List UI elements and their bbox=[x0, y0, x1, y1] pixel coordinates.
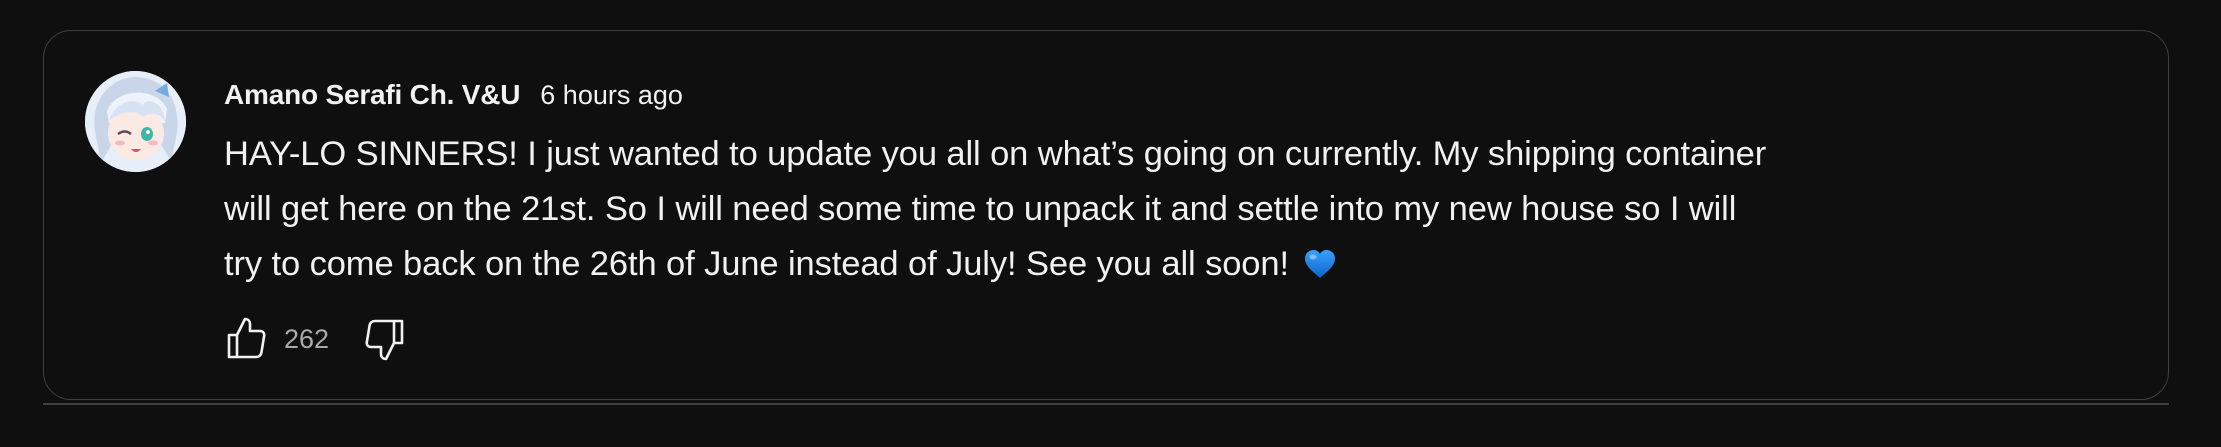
divider bbox=[43, 403, 2169, 405]
like-count: 262 bbox=[284, 323, 330, 354]
post-text-line: try to come back on the 26th of June ins… bbox=[224, 245, 1289, 283]
thumbs-up-icon bbox=[227, 317, 266, 359]
author-name[interactable]: Amano Serafi Ch. V&U bbox=[224, 79, 520, 111]
post-timestamp[interactable]: 6 hours ago bbox=[540, 80, 683, 111]
post-text-line: will get here on the 21st. So I will nee… bbox=[224, 190, 1737, 228]
post-text-line-last: try to come back on the 26th of June ins… bbox=[224, 237, 2124, 297]
author-avatar[interactable] bbox=[85, 71, 186, 172]
dislike-button[interactable] bbox=[359, 314, 409, 364]
like-button[interactable] bbox=[222, 314, 272, 364]
thumbs-down-icon bbox=[365, 319, 404, 361]
post-text-line: HAY-LO SINNERS! I just wanted to update … bbox=[224, 135, 1767, 173]
blue-heart-icon bbox=[1303, 242, 1337, 297]
post-header: Amano Serafi Ch. V&U 6 hours ago bbox=[224, 79, 683, 111]
community-post-card: Amano Serafi Ch. V&U 6 hours ago HAY-LO … bbox=[43, 30, 2169, 400]
post-body: HAY-LO SINNERS! I just wanted to update … bbox=[224, 127, 2124, 297]
post-actions: 262 bbox=[222, 314, 409, 364]
avatar-image bbox=[85, 71, 186, 172]
